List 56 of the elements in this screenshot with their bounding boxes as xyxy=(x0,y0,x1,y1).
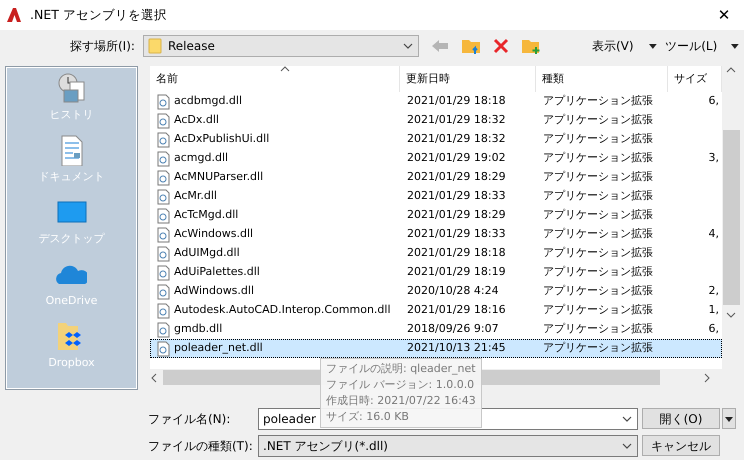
file-type: アプリケーション拡張 xyxy=(542,169,654,186)
modified-date: 2021/01/29 18:33 xyxy=(406,188,507,204)
file-name: acmgd.dll xyxy=(174,150,228,166)
window-title: .NET アセンブリを選択 xyxy=(30,6,168,24)
modified-date: 2021/01/29 19:02 xyxy=(406,150,507,166)
file-name: AcDx.dll xyxy=(174,112,219,128)
file-name: AcMNUParser.dll xyxy=(174,169,264,186)
modified-date: 2021/01/29 18:16 xyxy=(406,302,507,318)
modified-date: 2018/09/26 9:07 xyxy=(406,321,500,338)
file-name: poleader_net.dll xyxy=(174,340,263,356)
look-in-label: 探す場所(I): xyxy=(69,38,136,55)
file-type: アプリケーション拡張 xyxy=(542,283,654,300)
modified-date: 2021/01/29 18:18 xyxy=(406,245,507,262)
file-type: アプリケーション拡張 xyxy=(542,245,654,262)
tooltip-line: ファイル バージョン: 1.0.0.0 xyxy=(326,377,476,393)
file-name: Autodesk.AutoCAD.Interop.Common.dll xyxy=(174,302,391,318)
field-label: ファイル名(N): xyxy=(148,410,232,428)
modified-date: 2021/01/29 18:29 xyxy=(406,169,507,186)
file-name: AcDxPublishUi.dll xyxy=(174,131,270,148)
modified-date: 2021/01/29 18:29 xyxy=(406,207,507,224)
tooltip-line: ファイルの説明: qleader_net xyxy=(326,361,476,377)
field-label: ファイルの種類(T): xyxy=(148,438,254,454)
file-type: アプリケーション拡張 xyxy=(542,264,654,280)
modified-date: 2021/10/13 21:45 xyxy=(406,340,507,356)
file-size: 6, xyxy=(708,93,720,110)
file-size: 6, xyxy=(708,321,720,338)
file-type: アプリケーション拡張 xyxy=(542,207,654,224)
file-size: 1, xyxy=(708,302,720,318)
file-type: アプリケーション拡張 xyxy=(542,226,654,242)
tooltip-line: 作成日時: 2021/07/22 16:43 xyxy=(326,393,476,409)
file-name: AcTcMgd.dll xyxy=(174,207,238,224)
modified-date: 2021/01/29 18:32 xyxy=(406,112,507,128)
file-type: アプリケーション拡張 xyxy=(542,150,654,166)
file-type: アプリケーション拡張 xyxy=(542,321,654,338)
file-type: アプリケーション拡張 xyxy=(542,188,654,204)
modified-date: 2020/10/28 4:24 xyxy=(406,283,500,300)
modified-date: 2021/01/29 18:32 xyxy=(406,131,507,148)
file-type: アプリケーション拡張 xyxy=(542,340,654,356)
file-size: 2, xyxy=(708,283,720,300)
modified-date: 2021/01/29 18:33 xyxy=(406,226,507,242)
file-name: gmdb.dll xyxy=(174,321,222,338)
file-name: acdbmgd.dll xyxy=(174,93,242,110)
file-type: アプリケーション拡張 xyxy=(542,302,654,318)
file-name: AcWindows.dll xyxy=(174,226,254,242)
modified-date: 2021/01/29 18:18 xyxy=(406,93,507,110)
file-type: アプリケーション拡張 xyxy=(542,131,654,148)
file-type: アプリケーション拡張 xyxy=(542,112,654,128)
file-type: アプリケーション拡張 xyxy=(542,93,654,110)
tooltip-line: サイズ: 16.0 KB xyxy=(326,409,410,425)
file-name: AdUIMgd.dll xyxy=(174,245,240,262)
modified-date: 2021/01/29 18:19 xyxy=(406,264,507,280)
file-size: 3, xyxy=(708,150,720,166)
file-name: AdWindows.dll xyxy=(174,283,254,300)
file-size: 4, xyxy=(708,226,720,242)
file-name: AdUiPalettes.dll xyxy=(174,264,260,280)
file-name: AcMr.dll xyxy=(174,188,217,204)
